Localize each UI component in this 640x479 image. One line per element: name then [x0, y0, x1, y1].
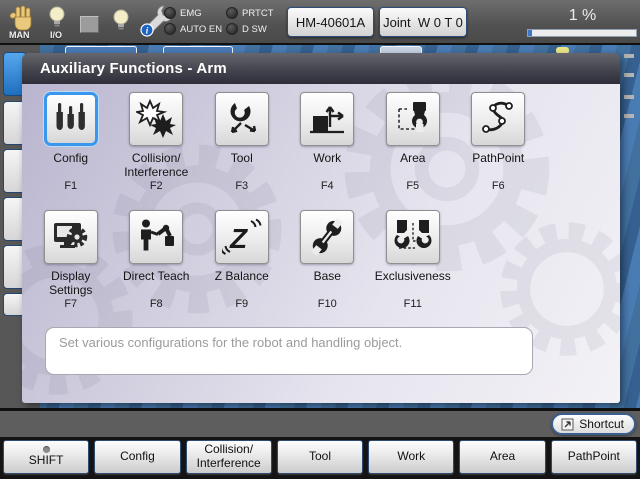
svg-text:Z: Z	[229, 223, 248, 254]
collision-icon	[129, 92, 183, 146]
shortcut-label: Shortcut	[579, 417, 624, 431]
teach-pendant-screen: MAN I/O i EMGPRTCTAUTO END SW	[0, 0, 640, 479]
lamp-dot-icon	[226, 23, 238, 35]
speed-override-bar	[527, 29, 637, 37]
status-lamp-d-sw: D SW	[226, 23, 286, 35]
shortcut-arrow-icon	[561, 418, 574, 431]
function-label: Base	[285, 269, 371, 298]
function-label: Config	[28, 151, 114, 180]
status-lamp-prtct: PRTCT	[226, 7, 286, 19]
function-tool[interactable]: ToolF3	[199, 92, 285, 192]
toolbar-button-pathpoint[interactable]: PathPoint	[551, 440, 637, 474]
exclusiveness-icon	[386, 210, 440, 264]
function-key-label: F8	[114, 298, 200, 310]
toolbar-button-label: SHIFT	[29, 454, 64, 468]
bulb-icon	[112, 9, 130, 37]
function-label: Work	[285, 151, 371, 180]
coordinate-system-button[interactable]: Joint W 0 T 0	[379, 7, 467, 37]
toolbar-button-area[interactable]: Area	[459, 440, 545, 474]
toolbar-button-collision-interference[interactable]: Collision/ Interference	[186, 440, 272, 474]
toolbar-button-shift[interactable]: SHIFT	[3, 440, 89, 474]
io-label: I/O	[50, 30, 62, 40]
function-label: Z Balance	[199, 269, 285, 298]
function-area[interactable]: AreaF5	[370, 92, 456, 192]
display-settings-icon	[44, 210, 98, 264]
function-key-label: F10	[285, 298, 371, 310]
function-description-box: Set various configurations for the robot…	[45, 327, 533, 375]
function-key-label: F6	[456, 180, 542, 192]
status-top-bar: MAN I/O i EMGPRTCTAUTO END SW	[0, 0, 640, 45]
toolbar-button-label: Tool	[309, 450, 331, 464]
toolbar-button-label: Area	[490, 450, 515, 464]
speed-override-fill	[528, 30, 532, 36]
lamp-label: AUTO EN	[180, 24, 222, 35]
function-exclusiveness[interactable]: ExclusivenessF11	[370, 210, 456, 310]
z-balance-icon: Z	[215, 210, 269, 264]
speed-override-value: 1 %	[527, 7, 638, 25]
dialog-title: Auxiliary Functions - Arm	[22, 53, 620, 84]
status-lamp-auto-en: AUTO EN	[164, 23, 226, 35]
status-lamp-emg: EMG	[164, 7, 226, 19]
robot-name-button[interactable]: HM-40601A	[287, 7, 374, 37]
toolbar-button-tool[interactable]: Tool	[277, 440, 363, 474]
function-work[interactable]: WorkF4	[285, 92, 371, 192]
scene-tick-mark	[624, 114, 634, 118]
lamp-dot-icon	[164, 23, 176, 35]
function-z-balance[interactable]: Z Z BalanceF9	[199, 210, 285, 310]
toolbar-button-label: PathPoint	[568, 450, 620, 464]
toolbar-button-config[interactable]: Config	[94, 440, 180, 474]
function-key-label: F11	[370, 298, 456, 310]
function-display-settings[interactable]: Display SettingsF7	[28, 210, 114, 310]
shortcut-bar: Shortcut	[0, 411, 640, 437]
dialog-body: ConfigF1Collision/ InterferenceF2ToolF3W…	[22, 84, 620, 403]
function-key-label: F7	[28, 298, 114, 310]
function-key-label: F4	[285, 180, 371, 192]
toolbar-button-label: Work	[397, 450, 425, 464]
scene-tick-mark	[624, 54, 634, 58]
path-point-icon	[471, 92, 525, 146]
function-direct-teach[interactable]: Direct TeachF8	[114, 210, 200, 310]
mode-label: MAN	[9, 30, 30, 40]
function-key-label: F1	[28, 180, 114, 192]
function-key-label: F9	[199, 298, 285, 310]
lamp-label: PRTCT	[242, 8, 274, 19]
work-axes-icon	[300, 92, 354, 146]
auxiliary-functions-dialog: Auxiliary Functions - Arm ConfigF1Collis…	[22, 53, 620, 403]
function-config[interactable]: ConfigF1	[28, 92, 114, 192]
function-label: Tool	[199, 151, 285, 180]
scene-tick-mark	[624, 95, 634, 99]
config-icon	[44, 92, 98, 146]
function-key-label: F2	[114, 180, 200, 192]
function-key-toolbar: SHIFT Config Collision/ Interference Tool Wo…	[0, 437, 640, 479]
toolbar-button-label: Collision/ Interference	[197, 443, 261, 471]
function-label: Direct Teach	[114, 269, 200, 298]
function-base[interactable]: BaseF10	[285, 210, 371, 310]
function-label: PathPoint	[456, 151, 542, 180]
shift-lamp-icon	[43, 446, 50, 453]
tool-gripper-icon	[215, 92, 269, 146]
function-key-label: F3	[199, 180, 285, 192]
wrench-icon	[300, 210, 354, 264]
function-label: Exclusiveness	[370, 269, 456, 298]
function-collision-interference[interactable]: Collision/ InterferenceF2	[114, 92, 200, 192]
scene-tick-mark	[624, 73, 634, 77]
toolbar-button-work[interactable]: Work	[368, 440, 454, 474]
function-label: Area	[370, 151, 456, 180]
function-pathpoint[interactable]: PathPointF6	[456, 92, 542, 192]
toolbar-button-label: Config	[120, 450, 155, 464]
function-label: Collision/ Interference	[114, 151, 200, 180]
square-indicator-icon	[80, 16, 99, 33]
function-key-label: F5	[370, 180, 456, 192]
status-lamps: EMG PRTCT AUTO EN D SW	[164, 7, 286, 35]
direct-teach-icon	[129, 210, 183, 264]
function-label: Display Settings	[28, 269, 114, 298]
area-icon	[386, 92, 440, 146]
lamp-dot-icon	[226, 7, 238, 19]
lamp-dot-icon	[164, 7, 176, 19]
shortcut-button[interactable]: Shortcut	[551, 413, 636, 435]
lamp-label: EMG	[180, 8, 202, 19]
lamp-label: D SW	[242, 24, 267, 35]
